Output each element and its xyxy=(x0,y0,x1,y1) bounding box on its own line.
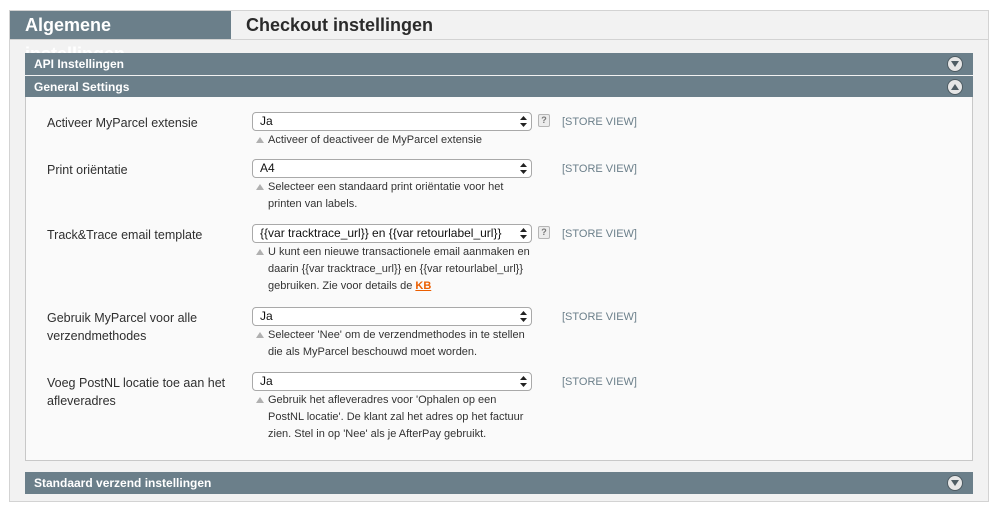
field-label-postnl-locatie: Voeg PostNL locatie toe aan het aflevera… xyxy=(47,376,226,408)
expand-icon[interactable] xyxy=(947,56,963,72)
field-note: Selecteer een standaard print oriëntatie… xyxy=(254,179,534,213)
section-general-title: General Settings xyxy=(34,80,130,94)
field-label-print: Print oriëntatie xyxy=(47,163,128,177)
section-shipping-title: Standaard verzend instellingen xyxy=(34,476,212,490)
select-value: {{var tracktrace_url}} en {{var retourla… xyxy=(260,226,502,240)
tab-checkout-instellingen[interactable]: Checkout instellingen xyxy=(231,11,448,40)
scope-label: [STORE VIEW] xyxy=(562,376,637,388)
scope-label: [STORE VIEW] xyxy=(562,311,637,323)
expand-icon[interactable] xyxy=(947,475,963,491)
select-gebruik-myparcel[interactable]: Ja xyxy=(252,307,532,326)
select-arrows-icon xyxy=(520,163,527,174)
select-value: Ja xyxy=(260,309,273,323)
collapse-icon[interactable] xyxy=(947,79,963,95)
note-triangle-icon xyxy=(256,184,264,190)
section-api-header[interactable]: API Instellingen xyxy=(25,53,973,75)
scope-label: [STORE VIEW] xyxy=(562,228,637,240)
general-settings-panel: Activeer MyParcel extensie Ja ? [STORE V… xyxy=(25,97,973,461)
note-triangle-icon xyxy=(256,137,264,143)
select-arrows-icon xyxy=(520,311,527,322)
tab-bar: Algemene instellingen Checkout instellin… xyxy=(10,11,988,64)
note-triangle-icon xyxy=(256,332,264,338)
scope-label: [STORE VIEW] xyxy=(562,116,637,128)
scope-label: [STORE VIEW] xyxy=(562,163,637,175)
section-api-title: API Instellingen xyxy=(34,57,125,71)
config-container: Algemene instellingen Checkout instellin… xyxy=(9,10,989,502)
select-arrows-icon xyxy=(520,228,527,239)
select-arrows-icon xyxy=(520,116,527,127)
field-note: Selecteer 'Nee' om de verzendmethodes in… xyxy=(254,327,534,361)
select-arrows-icon xyxy=(520,376,527,387)
section-shipping-header[interactable]: Standaard verzend instellingen xyxy=(25,472,973,494)
select-value: A4 xyxy=(260,161,275,175)
field-label-tracktrace: Track&Trace email template xyxy=(47,228,203,242)
note-triangle-icon xyxy=(256,249,264,255)
field-label-activeer: Activeer MyParcel extensie xyxy=(47,116,198,130)
kb-link[interactable]: KB xyxy=(415,280,431,292)
select-postnl-locatie[interactable]: Ja xyxy=(252,372,532,391)
tab-divider xyxy=(10,39,988,40)
select-tracktrace-template[interactable]: {{var tracktrace_url}} en {{var retourla… xyxy=(252,224,532,243)
help-icon[interactable]: ? xyxy=(538,114,550,127)
field-note: Gebruik het afleveradres voor 'Ophalen o… xyxy=(254,392,534,443)
field-note: Activeer of deactiveer de MyParcel exten… xyxy=(254,132,534,149)
help-icon[interactable]: ? xyxy=(538,226,550,239)
section-general-header[interactable]: General Settings xyxy=(25,76,973,98)
select-print-orientatie[interactable]: A4 xyxy=(252,159,532,178)
select-value: Ja xyxy=(260,374,273,388)
field-note: U kunt een nieuwe transactionele email a… xyxy=(254,244,534,295)
field-label-gebruik-myparcel: Gebruik MyParcel voor alle verzendmethod… xyxy=(47,311,198,343)
note-triangle-icon xyxy=(256,397,264,403)
select-activeer-myparcel[interactable]: Ja xyxy=(252,112,532,131)
select-value: Ja xyxy=(260,114,273,128)
tab-algemene-instellingen[interactable]: Algemene instellingen xyxy=(10,11,231,64)
